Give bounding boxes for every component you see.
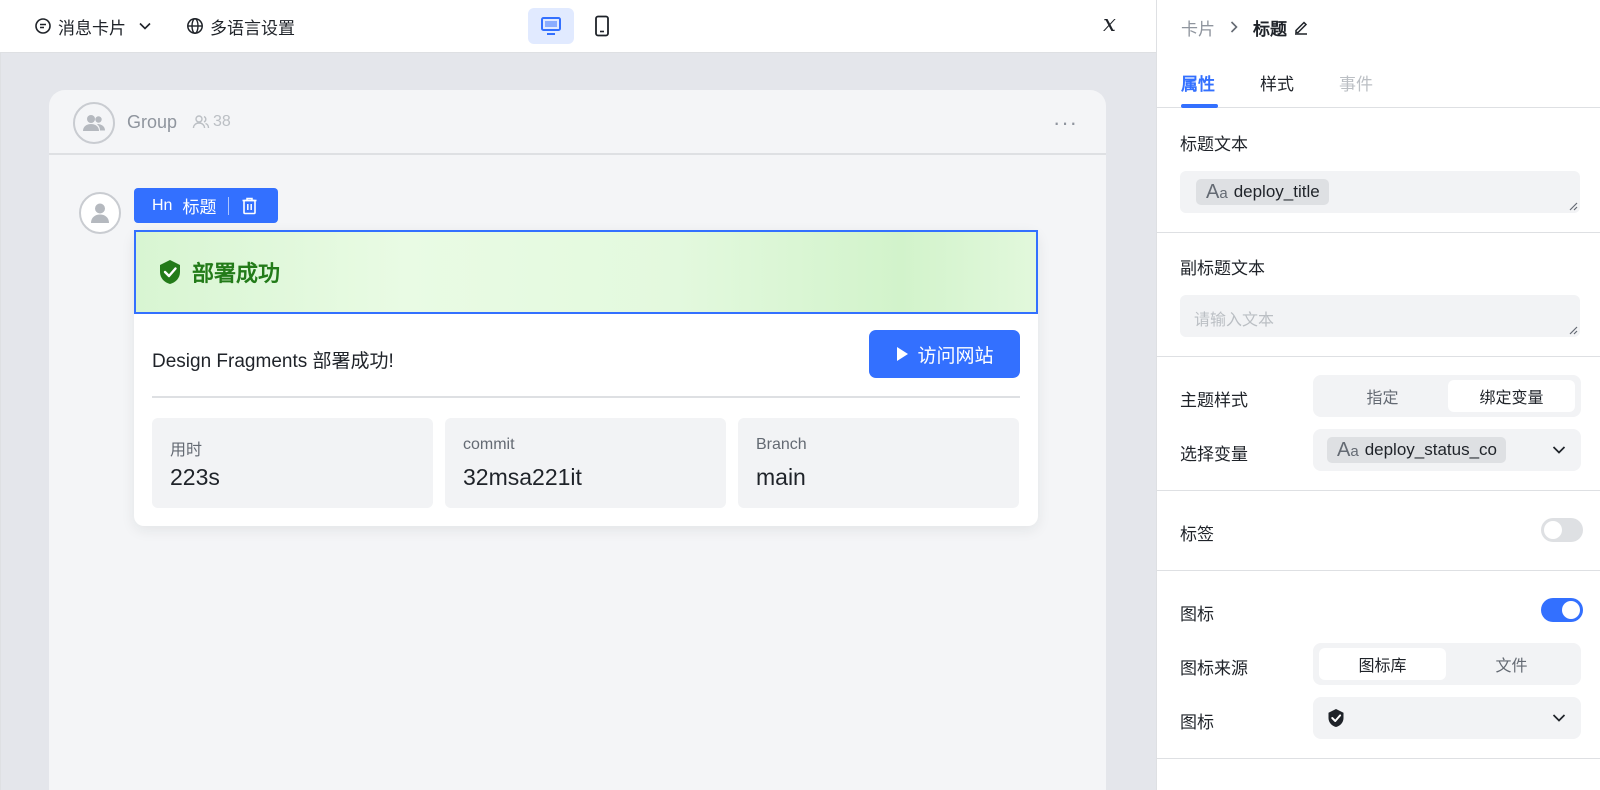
variable-select[interactable]: Aa deploy_status_co bbox=[1313, 429, 1581, 471]
chevron-down-icon bbox=[1552, 446, 1566, 454]
visit-website-button[interactable]: 访问网站 bbox=[869, 330, 1020, 378]
tag-toggle[interactable] bbox=[1541, 518, 1583, 542]
globe-icon bbox=[187, 18, 203, 34]
breadcrumb: 卡片 标题 bbox=[1181, 14, 1309, 40]
card-divider bbox=[152, 396, 1020, 398]
variable-chip[interactable]: Aa deploy_title bbox=[1196, 179, 1329, 205]
card-body-text: Design Fragments 部署成功! bbox=[152, 351, 394, 372]
text-variable-icon: Aa bbox=[1206, 180, 1228, 203]
title-variable-name: deploy_title bbox=[1233, 182, 1320, 201]
toggle-knob bbox=[1562, 601, 1580, 619]
chat-header: Group 38 ··· bbox=[49, 90, 1106, 155]
user-icon bbox=[91, 203, 109, 223]
editor-toolbar: 消息卡片 多语言设置 𝑥 bbox=[0, 0, 1156, 53]
resize-handle-icon[interactable] bbox=[1568, 201, 1578, 211]
panel-tabs: 属性 样式 事件 bbox=[1157, 56, 1600, 108]
message-icon bbox=[35, 18, 51, 34]
member-count: 38 bbox=[192, 113, 231, 131]
properties-panel: 卡片 标题 属性 样式 事件 标题文本 Aa deploy_title 副标题文… bbox=[1156, 0, 1600, 790]
toggle-knob bbox=[1544, 521, 1562, 539]
edit-icon[interactable] bbox=[1293, 19, 1309, 35]
members-icon bbox=[192, 115, 210, 129]
delete-icon[interactable] bbox=[241, 197, 258, 215]
shield-check-icon bbox=[1328, 709, 1344, 727]
message-card: 部署成功 Design Fragments 部署成功! 访问网站 用时 223s… bbox=[134, 230, 1038, 526]
stat-value: main bbox=[756, 464, 806, 490]
group-name: Group bbox=[127, 112, 178, 132]
icon-source-file[interactable]: 文件 bbox=[1448, 648, 1575, 680]
chat-window: Group 38 ··· Hn 标题 部署成功 Design Fragments… bbox=[49, 90, 1106, 790]
preview-canvas: Group 38 ··· Hn 标题 部署成功 Design Fragments… bbox=[0, 53, 1156, 790]
chevron-right-icon bbox=[1230, 21, 1238, 33]
section-divider bbox=[1157, 758, 1600, 759]
icon-source-label: 图标来源 bbox=[1180, 659, 1248, 678]
message-card-dropdown[interactable]: 消息卡片 bbox=[34, 13, 152, 39]
icon-source-library[interactable]: 图标库 bbox=[1319, 648, 1446, 680]
stat-box-duration: 用时 223s bbox=[152, 418, 433, 508]
stat-label: 用时 bbox=[170, 442, 203, 459]
sender-avatar bbox=[79, 192, 121, 234]
theme-option-specify[interactable]: 指定 bbox=[1319, 380, 1446, 412]
language-settings-label: 多语言设置 bbox=[210, 18, 295, 38]
component-type-label: 标题 bbox=[182, 198, 217, 217]
title-text-field[interactable]: Aa deploy_title bbox=[1180, 171, 1580, 213]
group-avatar bbox=[73, 102, 115, 144]
component-selection-toolbar: Hn 标题 bbox=[134, 188, 278, 223]
shield-check-icon bbox=[160, 260, 180, 284]
stat-box-commit: commit 32msa221it bbox=[445, 418, 726, 508]
stat-value: 223s bbox=[170, 464, 220, 490]
section-divider bbox=[1157, 490, 1600, 491]
active-tab-indicator bbox=[1181, 104, 1218, 108]
tab-properties[interactable]: 属性 bbox=[1181, 70, 1215, 95]
theme-style-label: 主题样式 bbox=[1180, 391, 1248, 410]
card-header-title: 部署成功 bbox=[192, 261, 281, 286]
play-icon bbox=[897, 347, 909, 361]
breadcrumb-current: 标题 bbox=[1253, 19, 1287, 39]
tab-events[interactable]: 事件 bbox=[1339, 70, 1373, 95]
stat-label: commit bbox=[463, 436, 515, 453]
chevron-down-icon bbox=[139, 22, 151, 30]
section-divider bbox=[1157, 356, 1600, 357]
stat-label: Branch bbox=[756, 436, 807, 453]
toolbar-divider bbox=[228, 196, 230, 215]
subtitle-text-field[interactable]: 请输入文本 bbox=[1180, 295, 1580, 337]
group-icon bbox=[83, 115, 105, 131]
card-header-selected[interactable]: 部署成功 bbox=[134, 230, 1038, 314]
breadcrumb-parent[interactable]: 卡片 bbox=[1181, 15, 1215, 40]
icon-source-segmented: 图标库 文件 bbox=[1313, 643, 1581, 685]
heading-type-icon: Hn bbox=[152, 196, 173, 214]
variable-chip: Aa deploy_status_co bbox=[1327, 437, 1507, 463]
desktop-icon bbox=[541, 17, 561, 35]
variable-icon[interactable]: 𝑥 bbox=[1103, 11, 1116, 37]
tab-style[interactable]: 样式 bbox=[1260, 70, 1294, 95]
chevron-down-icon bbox=[1552, 714, 1566, 722]
selected-variable-name: deploy_status_co bbox=[1364, 440, 1498, 459]
text-variable-icon: Aa bbox=[1337, 438, 1359, 461]
icon-select[interactable] bbox=[1313, 697, 1581, 739]
tag-label: 标签 bbox=[1180, 525, 1214, 544]
icon-toggle[interactable] bbox=[1541, 598, 1583, 622]
icon-select-label: 图标 bbox=[1180, 713, 1214, 732]
desktop-preview-button[interactable] bbox=[528, 8, 574, 44]
subtitle-placeholder: 请输入文本 bbox=[1194, 312, 1275, 329]
select-variable-label: 选择变量 bbox=[1180, 445, 1248, 464]
title-text-label: 标题文本 bbox=[1180, 135, 1248, 154]
member-count-value: 38 bbox=[213, 113, 231, 130]
stat-value: 32msa221it bbox=[463, 464, 582, 490]
theme-style-segmented: 指定 绑定变量 bbox=[1313, 375, 1581, 417]
icon-label: 图标 bbox=[1180, 605, 1214, 624]
theme-option-bind-variable[interactable]: 绑定变量 bbox=[1448, 380, 1575, 412]
visit-website-label: 访问网站 bbox=[917, 345, 994, 367]
mobile-icon bbox=[595, 15, 609, 37]
mobile-preview-button[interactable] bbox=[579, 8, 625, 44]
stat-box-branch: Branch main bbox=[738, 418, 1019, 508]
section-divider bbox=[1157, 232, 1600, 233]
subtitle-text-label: 副标题文本 bbox=[1180, 259, 1265, 278]
section-divider bbox=[1157, 570, 1600, 571]
more-options-icon[interactable]: ··· bbox=[1053, 110, 1078, 136]
language-settings-button[interactable]: 多语言设置 bbox=[186, 13, 295, 39]
resize-handle-icon[interactable] bbox=[1568, 325, 1578, 335]
message-card-label: 消息卡片 bbox=[58, 18, 126, 38]
